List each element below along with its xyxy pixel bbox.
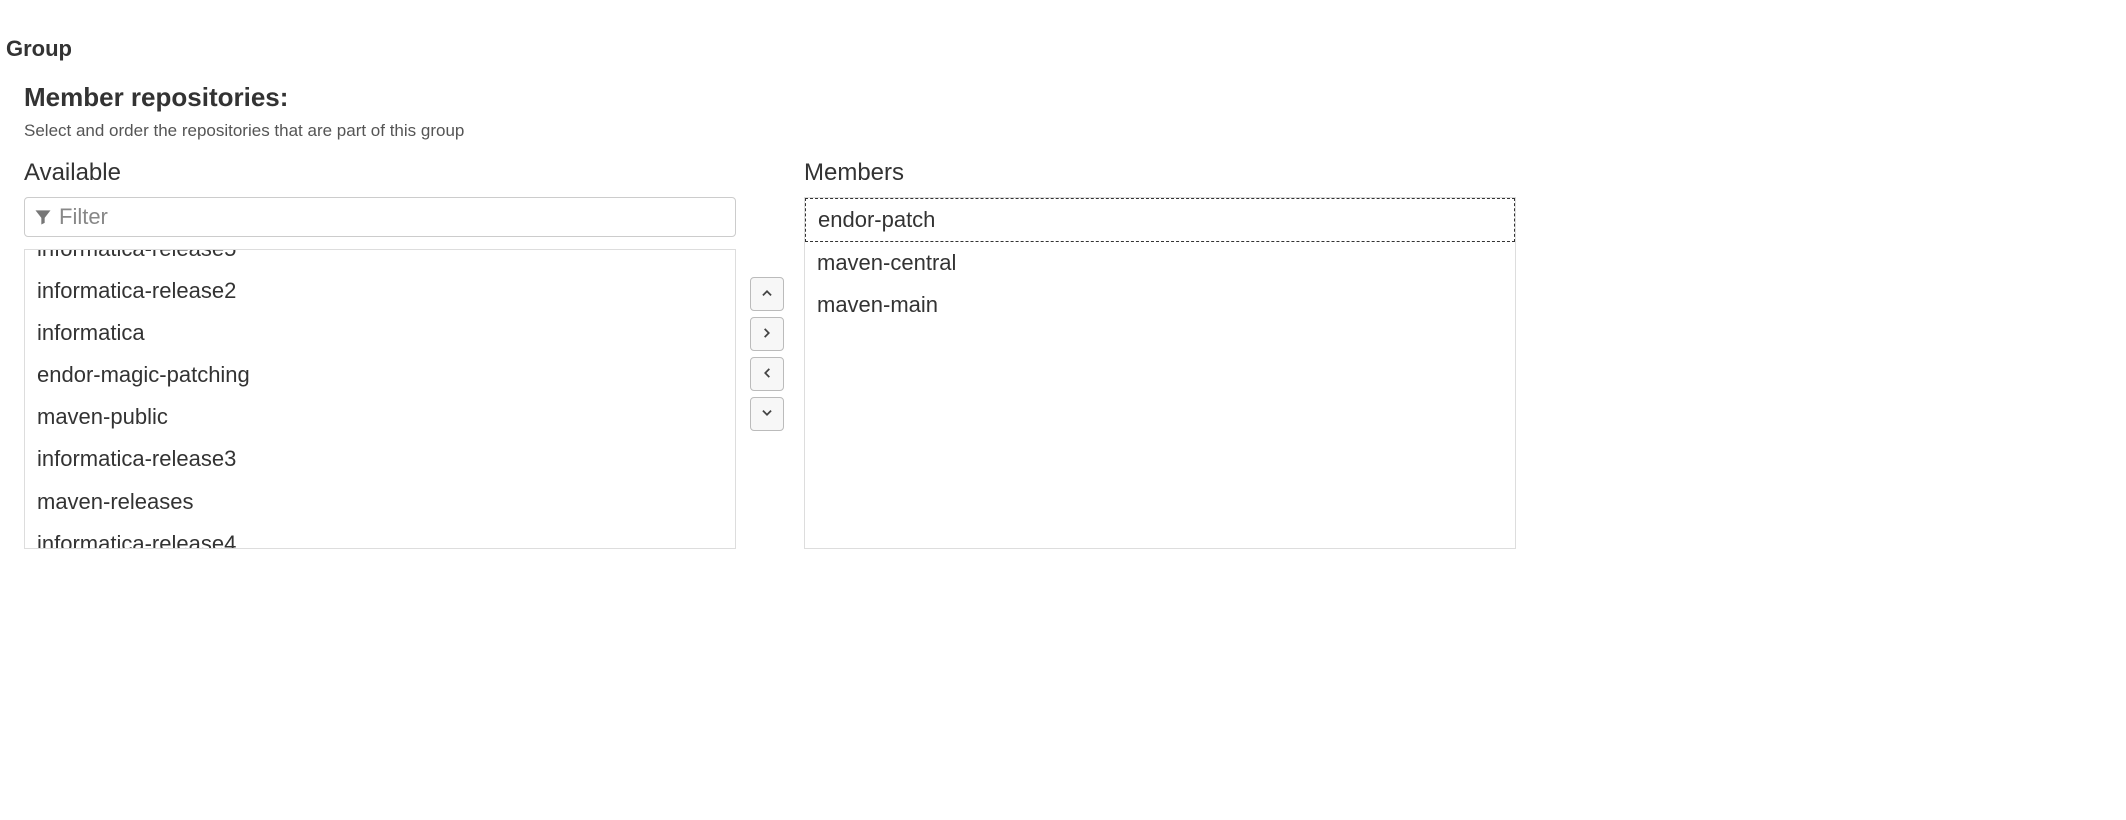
available-listbox[interactable]: informatica-release5informatica-release2… (24, 249, 736, 549)
available-column: Available informatica-release5informatic… (24, 159, 736, 549)
section-title: Group (0, 0, 2126, 62)
add-to-members-button[interactable] (750, 317, 784, 351)
available-item[interactable]: informatica-release4 (25, 523, 735, 549)
available-item[interactable]: maven-releases (25, 481, 735, 523)
available-item[interactable]: endor-magic-patching (25, 354, 735, 396)
remove-from-members-button[interactable] (750, 357, 784, 391)
available-item[interactable]: informatica-release2 (25, 270, 735, 312)
members-title: Members (804, 159, 1516, 187)
member-repositories-helper: Select and order the repositories that a… (24, 121, 2102, 141)
available-item[interactable]: informatica-release3 (25, 438, 735, 480)
filter-input[interactable] (59, 199, 727, 235)
members-listbox[interactable]: endor-patchmaven-centralmaven-main (804, 197, 1516, 549)
dual-list-picker: Available informatica-release5informatic… (24, 159, 2102, 549)
filter-icon (33, 207, 53, 227)
move-down-button[interactable] (750, 397, 784, 431)
member-item[interactable]: maven-central (805, 242, 1515, 284)
available-title: Available (24, 159, 736, 187)
available-item[interactable]: informatica (25, 312, 735, 354)
available-item[interactable]: informatica-release5 (25, 249, 735, 270)
member-item[interactable]: maven-main (805, 284, 1515, 326)
filter-container (24, 197, 736, 237)
members-column: Members endor-patchmaven-centralmaven-ma… (804, 159, 1516, 549)
member-repositories-heading: Member repositories: (24, 82, 2102, 113)
chevron-down-icon (760, 406, 774, 423)
move-up-button[interactable] (750, 277, 784, 311)
chevron-right-icon (760, 326, 774, 343)
chevron-left-icon (760, 366, 774, 383)
member-item[interactable]: endor-patch (805, 198, 1515, 242)
available-item[interactable]: maven-public (25, 396, 735, 438)
transfer-controls (750, 159, 790, 549)
chevron-up-icon (760, 286, 774, 303)
